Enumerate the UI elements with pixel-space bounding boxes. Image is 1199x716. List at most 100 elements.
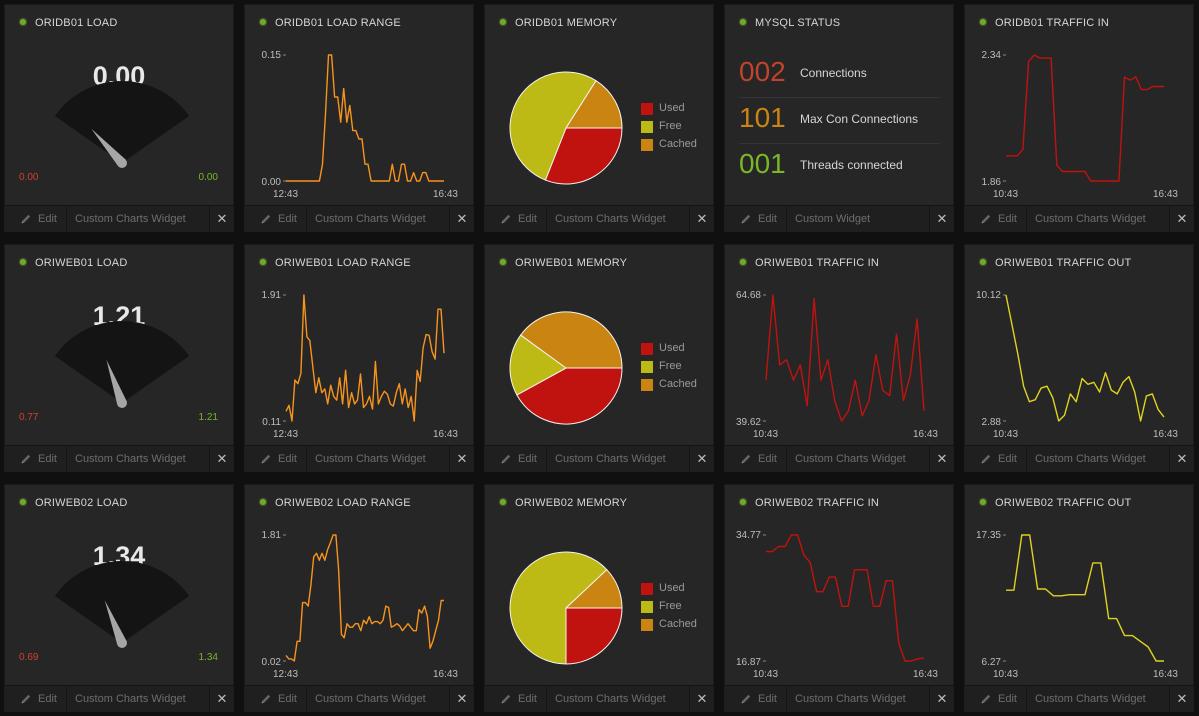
edit-button[interactable]: Edit: [724, 446, 787, 472]
status-dot-icon: [500, 259, 506, 265]
edit-button[interactable]: Edit: [724, 206, 787, 232]
y-min-label: 1.86: [982, 177, 1002, 188]
widget-header[interactable]: ORIWEB01 TRAFFIC OUT: [964, 244, 1194, 270]
close-button[interactable]: ✕: [689, 446, 714, 472]
edit-button[interactable]: Edit: [244, 206, 307, 232]
legend-swatch-free: [641, 121, 653, 133]
widget-type-label: Custom Charts Widget: [75, 453, 186, 465]
status-dot-icon: [980, 19, 986, 25]
widget-header[interactable]: ORIDB01 LOAD: [4, 4, 234, 30]
close-button[interactable]: ✕: [209, 686, 234, 712]
status-dot-icon: [500, 19, 506, 25]
legend-label-used: Used: [659, 342, 685, 354]
series-line: [766, 534, 925, 662]
edit-button[interactable]: Edit: [724, 686, 787, 712]
x-start-label: 12:43: [273, 429, 298, 440]
pie-slice-used: [565, 607, 623, 665]
widget-header[interactable]: ORIWEB02 LOAD RANGE: [244, 484, 474, 510]
widget-footer: Edit Custom Charts Widget ✕: [244, 445, 474, 472]
widget-header[interactable]: ORIDB01 LOAD RANGE: [244, 4, 474, 30]
widget-title: ORIWEB02 TRAFFIC OUT: [995, 497, 1132, 509]
status-dot-icon: [260, 19, 266, 25]
widget-body: 002 Connections 101 Max Con Connections 001 T…: [724, 31, 954, 205]
gauge-min-label: 0.77: [19, 412, 39, 423]
edit-button[interactable]: Edit: [244, 686, 307, 712]
legend-swatch-used: [641, 343, 653, 355]
widget-header[interactable]: ORIWEB01 LOAD RANGE: [244, 244, 474, 270]
widget: ORIWEB02 LOAD RANGE 1.81 0.02 12:43 16:43 Edi…: [244, 484, 474, 712]
widget-footer: Edit Custom Widget ✕: [724, 205, 954, 232]
series-line: [285, 534, 444, 662]
edit-button[interactable]: Edit: [244, 446, 307, 472]
widget-header[interactable]: MYSQL STATUS: [724, 4, 954, 30]
close-icon: ✕: [216, 211, 228, 226]
series-line: [1005, 294, 1165, 422]
edit-button[interactable]: Edit: [964, 446, 1027, 472]
edit-button[interactable]: Edit: [4, 686, 67, 712]
widget-header[interactable]: ORIWEB01 MEMORY: [484, 244, 714, 270]
close-icon: ✕: [456, 691, 468, 706]
edit-button[interactable]: Edit: [4, 206, 67, 232]
close-button[interactable]: ✕: [1169, 686, 1194, 712]
close-button[interactable]: ✕: [929, 686, 954, 712]
widget: ORIDB01 LOAD 0.00 0.00 0.00 Edit Custom Chart…: [4, 4, 234, 232]
y-min-label: 0.02: [262, 657, 282, 668]
close-button[interactable]: ✕: [449, 686, 474, 712]
x-start-label: 12:43: [273, 669, 298, 680]
pencil-icon: [261, 454, 271, 464]
edit-button[interactable]: Edit: [484, 686, 547, 712]
edit-button[interactable]: Edit: [484, 206, 547, 232]
gauge-pivot: [117, 158, 127, 168]
widget-body: 0.00 0.00 0.00: [4, 31, 234, 205]
close-icon: ✕: [936, 691, 948, 706]
edit-button[interactable]: Edit: [964, 206, 1027, 232]
status-dot-icon: [20, 499, 26, 505]
close-button[interactable]: ✕: [929, 446, 954, 472]
widget: ORIWEB01 MEMORY Used Free Cached Edit Custom …: [484, 244, 714, 472]
edit-button[interactable]: Edit: [4, 446, 67, 472]
close-icon: ✕: [456, 451, 468, 466]
edit-button[interactable]: Edit: [964, 686, 1027, 712]
edit-label: Edit: [278, 693, 297, 705]
widget-body: 0.15 0.00 12:43 16:43: [244, 31, 474, 205]
widget-footer: Edit Custom Charts Widget ✕: [484, 685, 714, 712]
pencil-icon: [981, 454, 991, 464]
close-button[interactable]: ✕: [449, 446, 474, 472]
close-button[interactable]: ✕: [929, 206, 954, 232]
close-button[interactable]: ✕: [1169, 446, 1194, 472]
widget-footer: Edit Custom Charts Widget ✕: [484, 205, 714, 232]
series-line: [1006, 54, 1164, 182]
widget: ORIWEB01 TRAFFIC IN 64.68 39.62 10:43 16:43 E…: [724, 244, 954, 472]
status-dot-icon: [980, 499, 986, 505]
x-end-label: 16:43: [433, 429, 458, 440]
widget-header[interactable]: ORIWEB01 LOAD: [4, 244, 234, 270]
edit-label: Edit: [278, 213, 297, 225]
close-button[interactable]: ✕: [209, 446, 234, 472]
widget: ORIWEB02 LOAD 1.34 0.69 1.34 Edit Custom Char…: [4, 484, 234, 712]
close-button[interactable]: ✕: [689, 206, 714, 232]
widget-header[interactable]: ORIWEB02 MEMORY: [484, 484, 714, 510]
close-icon: ✕: [456, 211, 468, 226]
y-max-label: 17.35: [976, 530, 1001, 541]
widget-title: MYSQL STATUS: [755, 17, 841, 29]
pencil-icon: [501, 214, 511, 224]
close-button[interactable]: ✕: [689, 686, 714, 712]
widget-header[interactable]: ORIWEB02 TRAFFIC OUT: [964, 484, 1194, 510]
close-icon: ✕: [936, 451, 948, 466]
widget-header[interactable]: ORIWEB01 TRAFFIC IN: [724, 244, 954, 270]
widget-body: 34.77 16.87 10:43 16:43: [724, 511, 954, 685]
close-button[interactable]: ✕: [449, 206, 474, 232]
widget-header[interactable]: ORIWEB02 LOAD: [4, 484, 234, 510]
widget-header[interactable]: ORIWEB02 TRAFFIC IN: [724, 484, 954, 510]
status-dot-icon: [740, 19, 746, 25]
widget-header[interactable]: ORIDB01 TRAFFIC IN: [964, 4, 1194, 30]
x-end-label: 16:43: [1153, 189, 1178, 200]
widget-header[interactable]: ORIDB01 MEMORY: [484, 4, 714, 30]
status-dot-icon: [20, 259, 26, 265]
edit-label: Edit: [38, 693, 57, 705]
widget-footer: Edit Custom Charts Widget ✕: [4, 205, 234, 232]
close-button[interactable]: ✕: [1169, 206, 1194, 232]
close-icon: ✕: [696, 691, 708, 706]
edit-button[interactable]: Edit: [484, 446, 547, 472]
close-button[interactable]: ✕: [209, 206, 234, 232]
